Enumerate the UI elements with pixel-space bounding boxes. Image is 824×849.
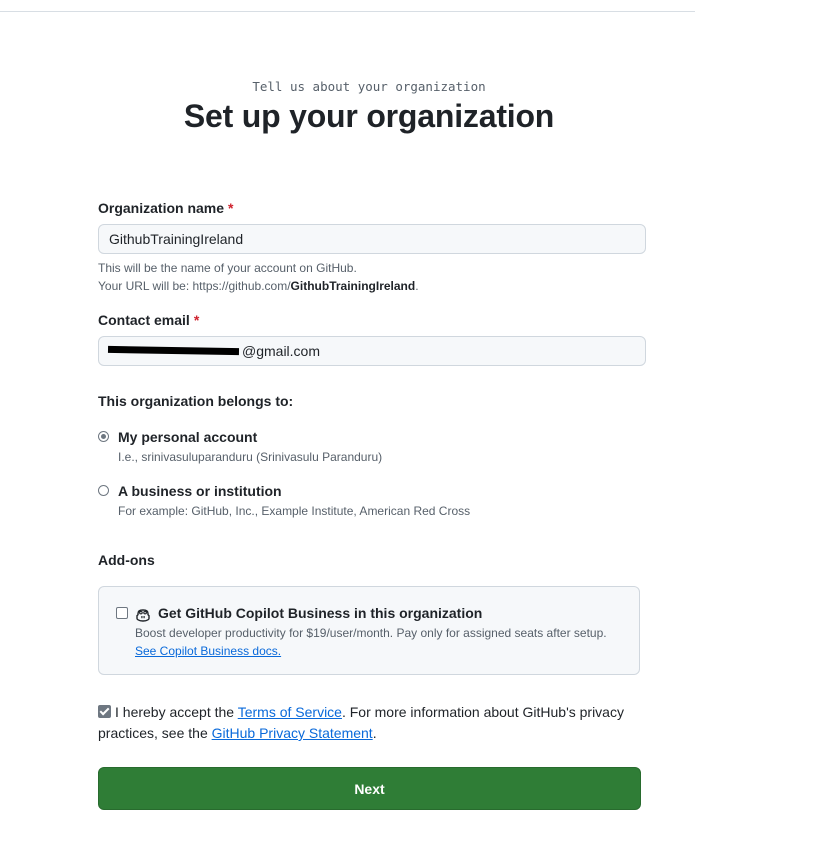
contact-email-label: Contact email *: [98, 312, 199, 328]
option-personal-subtitle: I.e., srinivasuluparanduru (Srinivasulu …: [118, 450, 383, 464]
belongs-to-label: This organization belongs to:: [98, 393, 294, 409]
org-url-name: GithubTrainingIreland: [290, 279, 416, 293]
option-business-subtitle: For example: GitHub, Inc., Example Insti…: [118, 504, 471, 518]
org-url-hint: Your URL will be: https://github.com/Git…: [98, 277, 419, 295]
copilot-description: Boost developer productivity for $19/use…: [135, 626, 607, 640]
privacy-statement-link[interactable]: GitHub Privacy Statement: [212, 725, 373, 741]
terms-suffix: .: [372, 725, 377, 741]
org-name-input[interactable]: [98, 224, 646, 254]
radio-personal-account[interactable]: [98, 431, 109, 442]
option-personal-title[interactable]: My personal account: [118, 429, 257, 445]
org-name-label-text: Organization name: [98, 200, 225, 216]
next-button[interactable]: Next: [98, 767, 641, 810]
terms-of-service-link[interactable]: Terms of Service: [238, 704, 342, 720]
copilot-icon: [136, 609, 150, 622]
terms-text: I hereby accept the Terms of Service. Fo…: [98, 702, 643, 744]
terms-prefix: I hereby accept the: [115, 704, 238, 720]
copilot-title: Get GitHub Copilot Business in this orga…: [158, 605, 483, 621]
copilot-checkbox[interactable]: [116, 607, 128, 619]
contact-email-visible-text: @gmail.com: [242, 343, 321, 359]
org-url-suffix: .: [415, 279, 419, 293]
addons-label: Add-ons: [98, 552, 155, 568]
required-mark: *: [228, 200, 234, 216]
org-name-hint-line1: This will be the name of your account on…: [98, 261, 357, 275]
page-title: Set up your organization: [183, 98, 555, 134]
page-eyebrow: Tell us about your organization: [252, 79, 486, 94]
org-url-prefix: Your URL will be: https://github.com/: [98, 279, 291, 293]
option-business-title[interactable]: A business or institution: [118, 483, 282, 499]
org-name-hint: This will be the name of your account on…: [98, 259, 419, 295]
top-divider: [0, 11, 695, 12]
contact-email-label-text: Contact email: [98, 312, 190, 328]
radio-business[interactable]: [98, 485, 109, 496]
required-mark: *: [193, 312, 200, 328]
copilot-docs-link[interactable]: See Copilot Business docs.: [135, 644, 281, 658]
org-name-label: Organization name *: [98, 200, 233, 216]
